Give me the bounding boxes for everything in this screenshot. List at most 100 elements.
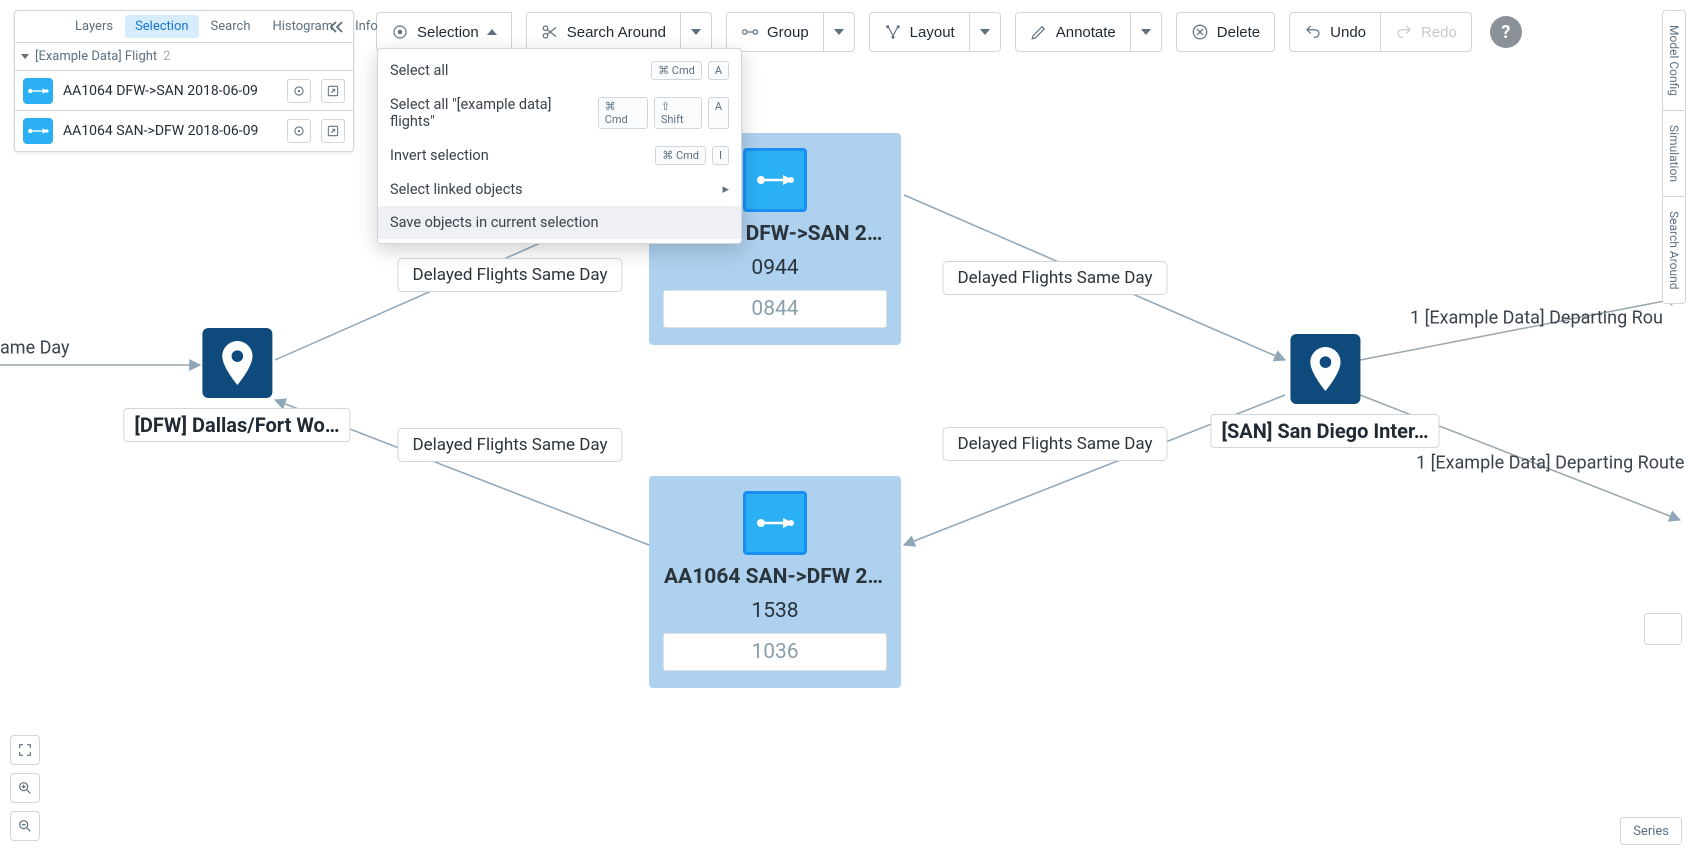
redo-icon bbox=[1395, 23, 1413, 41]
kbd: ⇧ Shift bbox=[654, 97, 702, 129]
dropdown-item-linked[interactable]: Select linked objects ▸ bbox=[378, 173, 741, 206]
edge-label-tr: Delayed Flights Same Day bbox=[942, 261, 1167, 295]
ext-edge-label-bottom-right: 1 [Example Data] Departing Route bbox=[1416, 453, 1684, 474]
rail-tab-simulation[interactable]: Simulation bbox=[1663, 111, 1685, 197]
zoom-in-button[interactable] bbox=[10, 773, 40, 803]
edge-label-bl: Delayed Flights Same Day bbox=[397, 428, 622, 462]
dd-label: Invert selection bbox=[390, 147, 489, 164]
airport-label: [DFW] Dallas/Fort Wo… bbox=[123, 408, 350, 442]
dropdown-item-save-selection[interactable]: Save objects in current selection bbox=[378, 206, 741, 239]
zoom-controls bbox=[10, 735, 40, 841]
open-button[interactable] bbox=[321, 119, 345, 143]
side-panel: Layers Selection Search Histogram Info [… bbox=[14, 10, 354, 152]
list-item-title: AA1064 DFW->SAN 2018-06-09 bbox=[63, 83, 277, 99]
undo-button[interactable]: Undo bbox=[1289, 12, 1381, 52]
flight-node-bottom[interactable]: AA1064 SAN->DFW 20… 1538 1036 bbox=[649, 476, 901, 688]
tab-layers[interactable]: Layers bbox=[65, 15, 123, 38]
kbd: ⌘ Cmd bbox=[598, 97, 648, 129]
dropdown-item-invert[interactable]: Invert selection ⌘ Cmd I bbox=[378, 138, 741, 173]
zoom-out-button[interactable] bbox=[10, 811, 40, 841]
caret-up-icon bbox=[487, 29, 497, 35]
list-item[interactable]: AA1064 SAN->DFW 2018-06-09 bbox=[15, 111, 353, 151]
link-icon bbox=[741, 23, 759, 41]
list-item-title: AA1064 SAN->DFW 2018-06-09 bbox=[63, 123, 277, 139]
ext-edge-label-top-right: 1 [Example Data] Departing Rou bbox=[1410, 308, 1663, 329]
edge-label-tl: Delayed Flights Same Day bbox=[397, 258, 622, 292]
pencil-icon bbox=[1030, 23, 1048, 41]
list-item[interactable]: AA1064 DFW->SAN 2018-06-09 bbox=[15, 71, 353, 111]
selection-button[interactable]: Selection bbox=[376, 12, 512, 52]
delete-button[interactable]: Delete bbox=[1176, 12, 1275, 52]
locate-button[interactable] bbox=[287, 79, 311, 103]
flight-icon bbox=[23, 118, 53, 144]
flight-title: AA1064 SAN->DFW 20… bbox=[664, 565, 886, 589]
redo-button[interactable]: Redo bbox=[1381, 12, 1472, 52]
floating-panel-stub[interactable] bbox=[1644, 613, 1682, 645]
toolbar-label: Delete bbox=[1217, 24, 1260, 41]
caret-down-icon bbox=[980, 29, 990, 35]
toolbar-label: Search Around bbox=[567, 24, 666, 41]
ext-edge-label-left: ame Day bbox=[0, 338, 70, 359]
tab-info[interactable]: Info bbox=[345, 15, 388, 38]
open-button[interactable] bbox=[321, 79, 345, 103]
right-rail: Model Config Simulation Search Around bbox=[1662, 10, 1686, 304]
flight-value2: 0844 bbox=[751, 297, 798, 321]
kbd: A bbox=[708, 61, 729, 80]
dd-label: Select all "[example data] flights" bbox=[390, 96, 598, 130]
help-button[interactable]: ? bbox=[1490, 16, 1522, 48]
group-caret[interactable] bbox=[824, 12, 855, 52]
airport-node-san[interactable]: [SAN] San Diego Inter… bbox=[1210, 334, 1439, 448]
layout-icon bbox=[884, 23, 902, 41]
map-pin-icon bbox=[1290, 334, 1360, 404]
tab-search[interactable]: Search bbox=[201, 15, 261, 38]
selection-dropdown: Select all ⌘ Cmd A Select all "[example … bbox=[377, 48, 742, 244]
side-panel-tabs: Layers Selection Search Histogram Info bbox=[15, 11, 353, 43]
toolbar-label: Undo bbox=[1330, 24, 1366, 41]
annotate-caret[interactable] bbox=[1131, 12, 1162, 52]
group-label: [Example Data] Flight bbox=[35, 49, 157, 64]
airport-node-dfw[interactable]: [DFW] Dallas/Fort Wo… bbox=[123, 328, 350, 442]
caret-down-icon bbox=[691, 29, 701, 35]
delete-icon bbox=[1191, 23, 1209, 41]
group-button[interactable]: Group bbox=[726, 12, 824, 52]
kbd: ⌘ Cmd bbox=[651, 61, 702, 80]
caret-down-icon bbox=[834, 29, 844, 35]
tab-selection[interactable]: Selection bbox=[125, 15, 198, 38]
flight-icon bbox=[743, 148, 807, 212]
kbd: I bbox=[712, 146, 729, 165]
toolbar-label: Annotate bbox=[1056, 24, 1116, 41]
series-button[interactable]: Series bbox=[1620, 817, 1682, 845]
layout-caret[interactable] bbox=[970, 12, 1001, 52]
chevron-right-icon: ▸ bbox=[722, 182, 729, 197]
selection-group-header[interactable]: [Example Data] Flight 2 bbox=[15, 43, 353, 71]
rail-tab-model-config[interactable]: Model Config bbox=[1663, 11, 1685, 111]
group-count: 2 bbox=[163, 49, 170, 64]
edge-label-br: Delayed Flights Same Day bbox=[942, 427, 1167, 461]
undo-icon bbox=[1304, 23, 1322, 41]
search-around-caret[interactable] bbox=[681, 12, 712, 52]
toolbar-label: Group bbox=[767, 24, 809, 41]
layout-button[interactable]: Layout bbox=[869, 12, 970, 52]
dd-label: Save objects in current selection bbox=[390, 214, 599, 231]
collapse-panel-button[interactable] bbox=[323, 15, 349, 39]
search-around-button[interactable]: Search Around bbox=[526, 12, 681, 52]
dd-label: Select linked objects bbox=[390, 181, 523, 198]
target-icon bbox=[391, 23, 409, 41]
caret-down-icon bbox=[1141, 29, 1151, 35]
flight-icon bbox=[23, 78, 53, 104]
toolbar-label: Layout bbox=[910, 24, 955, 41]
flight-value1: 0944 bbox=[751, 256, 798, 280]
dropdown-item-select-all-type[interactable]: Select all "[example data] flights" ⌘ Cm… bbox=[378, 88, 741, 138]
rail-tab-search-around[interactable]: Search Around bbox=[1663, 197, 1685, 303]
flight-icon bbox=[743, 491, 807, 555]
locate-button[interactable] bbox=[287, 119, 311, 143]
flight-value2: 1036 bbox=[751, 640, 798, 664]
airport-label: [SAN] San Diego Inter… bbox=[1210, 414, 1439, 448]
dropdown-item-select-all[interactable]: Select all ⌘ Cmd A bbox=[378, 53, 741, 88]
kbd: ⌘ Cmd bbox=[655, 146, 706, 165]
fit-view-button[interactable] bbox=[10, 735, 40, 765]
scissors-icon bbox=[541, 23, 559, 41]
flight-value1: 1538 bbox=[751, 599, 798, 623]
toolbar-label: Redo bbox=[1421, 24, 1457, 41]
annotate-button[interactable]: Annotate bbox=[1015, 12, 1131, 52]
